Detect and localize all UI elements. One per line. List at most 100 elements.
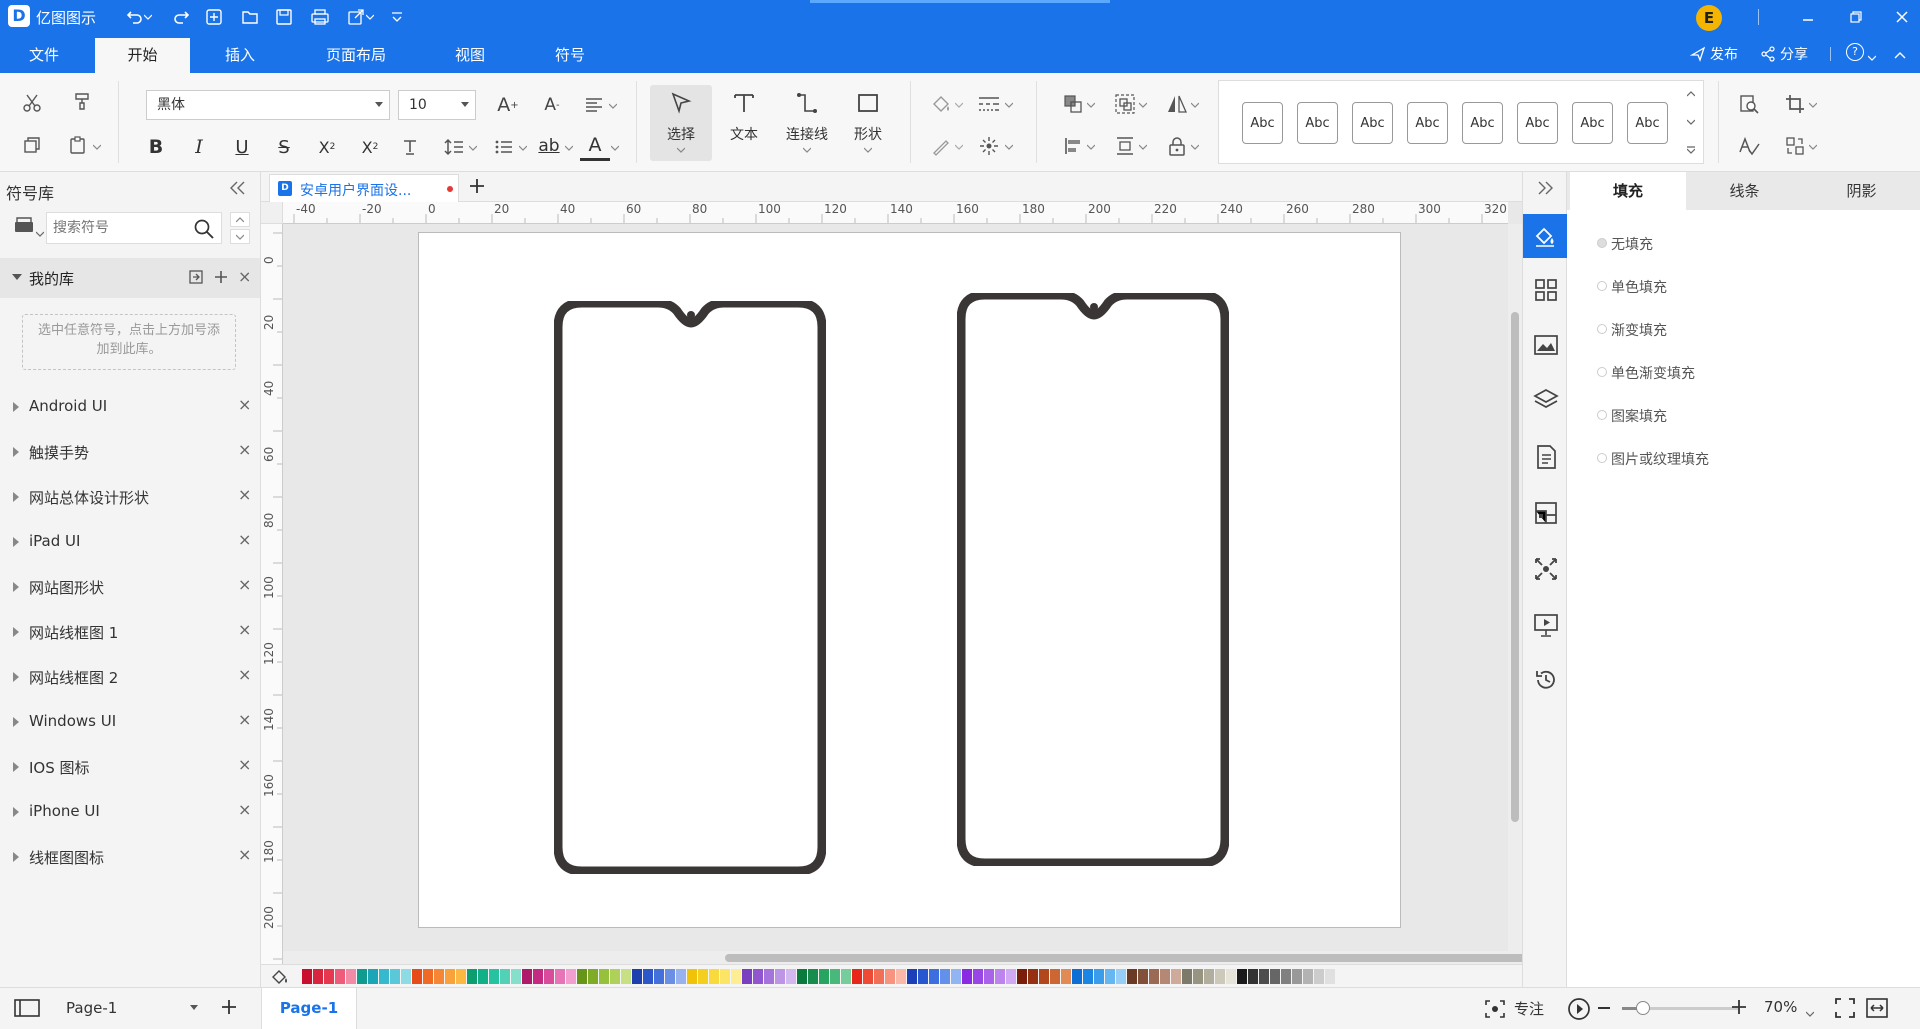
line-spacing-icon[interactable] [440, 133, 468, 161]
fill-option-gradient[interactable]: 渐变填充 [1597, 320, 1667, 340]
radio-button[interactable] [1597, 281, 1607, 291]
horizontal-scroll-thumb[interactable] [725, 954, 1533, 962]
new-icon[interactable] [203, 6, 225, 28]
focus-mode-button[interactable]: 专注 [1484, 998, 1544, 1019]
color-swatch[interactable] [456, 969, 466, 984]
radio-button[interactable] [1597, 367, 1607, 377]
user-avatar[interactable]: E [1696, 5, 1722, 31]
color-swatch[interactable] [973, 969, 983, 984]
color-swatch[interactable] [720, 969, 730, 984]
color-swatch[interactable] [874, 969, 884, 984]
library-item[interactable]: 网站图形状 × [0, 565, 261, 610]
tab-fill[interactable]: 填充 [1570, 172, 1686, 210]
shape-tool-button[interactable]: 形状 [840, 85, 896, 161]
replace-shape-dropdown-icon[interactable] [1808, 143, 1818, 151]
color-swatch[interactable] [1215, 969, 1225, 984]
scroll-down-button[interactable] [230, 229, 250, 244]
play-icon[interactable] [1567, 997, 1591, 1025]
bring-to-front-dropdown-icon[interactable] [1086, 101, 1096, 109]
zoom-in-icon[interactable] [1731, 999, 1747, 1019]
color-swatch[interactable] [797, 969, 807, 984]
color-swatch[interactable] [995, 969, 1005, 984]
color-swatch[interactable] [555, 969, 565, 984]
line-color-icon[interactable] [928, 133, 954, 159]
close-library-icon[interactable]: × [238, 845, 251, 864]
paste-dropdown-icon[interactable] [92, 143, 102, 151]
color-swatch[interactable] [478, 969, 488, 984]
image-icon[interactable] [1533, 332, 1559, 358]
color-swatch[interactable] [1116, 969, 1126, 984]
color-swatch[interactable] [731, 969, 741, 984]
color-swatch[interactable] [1127, 969, 1137, 984]
text-align-icon[interactable] [580, 91, 608, 119]
zoom-out-icon[interactable] [1598, 1007, 1610, 1009]
lock-icon[interactable] [1164, 133, 1190, 159]
vertical-scroll-thumb[interactable] [1511, 312, 1519, 822]
color-swatch[interactable] [852, 969, 862, 984]
close-library-icon[interactable]: × [238, 530, 251, 549]
effects-icon[interactable] [976, 133, 1002, 159]
expand-panel-icon[interactable] [1537, 180, 1555, 200]
decrease-font-icon[interactable]: A- [538, 91, 566, 119]
crop-dropdown-icon[interactable] [1808, 101, 1818, 109]
line-spacing-dropdown-icon[interactable] [468, 144, 478, 152]
close-library-icon[interactable]: × [238, 440, 251, 459]
color-swatch[interactable] [753, 969, 763, 984]
color-swatch[interactable] [390, 969, 400, 984]
tab-insert[interactable]: 插入 [196, 38, 284, 73]
fill-option-solid[interactable]: 单色填充 [1597, 277, 1667, 297]
color-swatch[interactable] [445, 969, 455, 984]
minimize-icon[interactable] [1797, 6, 1819, 28]
color-swatch[interactable] [1171, 969, 1181, 984]
color-swatch[interactable] [1160, 969, 1170, 984]
color-swatch[interactable] [929, 969, 939, 984]
color-swatch[interactable] [566, 969, 576, 984]
color-swatch[interactable] [533, 969, 543, 984]
library-item[interactable]: iPad UI × [0, 520, 261, 565]
line-style-icon[interactable] [976, 91, 1002, 117]
color-swatch[interactable] [1039, 969, 1049, 984]
line-style-dropdown-icon[interactable] [1004, 101, 1014, 109]
color-swatch[interactable] [951, 969, 961, 984]
import-library-icon[interactable] [188, 269, 204, 285]
close-library-icon[interactable]: × [238, 755, 251, 774]
color-swatch[interactable] [1061, 969, 1071, 984]
find-replace-icon[interactable] [1736, 91, 1762, 117]
fill-option-picture[interactable]: 图片或纹理填充 [1597, 449, 1709, 469]
flip-icon[interactable] [1164, 91, 1190, 117]
fill-option-mono-gradient[interactable]: 单色渐变填充 [1597, 363, 1695, 383]
color-swatch[interactable] [467, 969, 477, 984]
copy-icon[interactable] [20, 133, 44, 157]
cut-icon[interactable] [20, 91, 44, 115]
gallery-more-icon[interactable] [1684, 143, 1698, 157]
color-swatch[interactable] [1314, 969, 1324, 984]
color-swatch[interactable] [1193, 969, 1203, 984]
bold-icon[interactable]: B [142, 133, 170, 161]
close-library-icon[interactable]: × [238, 575, 251, 594]
align-icon[interactable] [1060, 133, 1086, 159]
group-dropdown-icon[interactable] [1138, 101, 1148, 109]
close-library-icon[interactable]: × [238, 710, 251, 729]
document-tab[interactable]: D 安卓用户界面设... [269, 174, 459, 202]
radio-button[interactable] [1597, 453, 1607, 463]
widgets-icon[interactable] [1533, 277, 1559, 303]
gallery-up-icon[interactable] [1684, 87, 1698, 101]
color-swatch[interactable] [698, 969, 708, 984]
color-swatch[interactable] [687, 969, 697, 984]
group-icon[interactable] [1112, 91, 1138, 117]
tab-file[interactable]: 文件 [0, 38, 88, 73]
color-swatch[interactable] [1050, 969, 1060, 984]
color-swatch[interactable] [313, 969, 323, 984]
lock-dropdown-icon[interactable] [1190, 143, 1200, 151]
color-swatch[interactable] [401, 969, 411, 984]
library-item[interactable]: iPhone UI × [0, 790, 261, 835]
color-swatch[interactable] [918, 969, 928, 984]
color-swatch[interactable] [1248, 969, 1258, 984]
color-swatch[interactable] [588, 969, 598, 984]
color-swatch[interactable] [1182, 969, 1192, 984]
zoom-slider[interactable] [1622, 1001, 1740, 1015]
color-swatch[interactable] [1083, 969, 1093, 984]
style-sample[interactable]: Abc [1627, 102, 1668, 144]
undo-dropdown-icon[interactable] [143, 6, 153, 28]
customize-quickbar-icon[interactable] [386, 6, 408, 28]
